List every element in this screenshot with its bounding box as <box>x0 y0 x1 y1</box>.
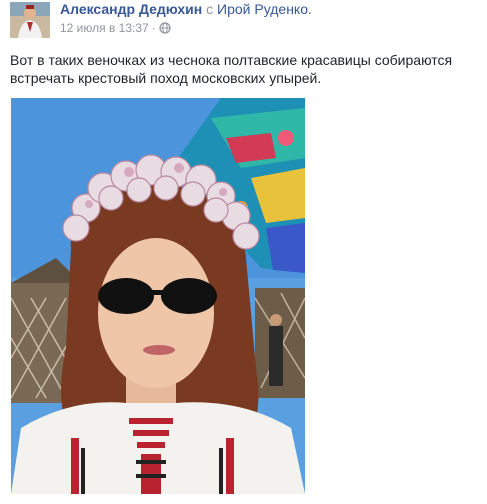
photo-image <box>11 98 305 494</box>
post-header: Александр Дедюхин с Ирой Руденко. <box>60 1 312 18</box>
post-timestamp-link[interactable]: 12 июля в 13:37 <box>60 21 149 35</box>
post-body-text: Вот в таких веночках из чеснока полтавск… <box>10 52 453 86</box>
with-label: с <box>206 1 214 17</box>
avatar-image <box>10 2 50 38</box>
tagged-user-link[interactable]: Ирой Руденко. <box>217 1 312 17</box>
meta-separator: · <box>151 21 156 35</box>
author-avatar[interactable] <box>10 2 50 38</box>
author-name-link[interactable]: Александр Дедюхин <box>60 1 202 17</box>
post-photo[interactable] <box>11 98 305 494</box>
post-meta: 12 июля в 13:37 · <box>60 21 171 38</box>
globe-icon[interactable] <box>159 22 171 38</box>
feed-post: Александр Дедюхин с Ирой Руденко. 12 июл… <box>0 0 487 504</box>
